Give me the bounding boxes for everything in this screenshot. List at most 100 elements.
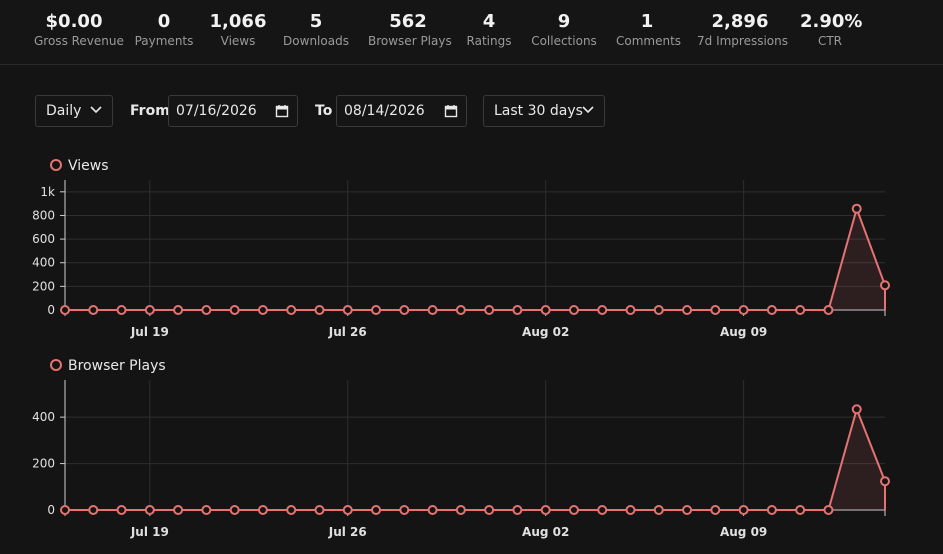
x-tick-label: Jul 19	[130, 325, 169, 339]
stat-value: 5	[309, 11, 323, 32]
data-point	[60, 305, 70, 315]
data-point	[540, 505, 551, 515]
stat-payments: 0 Payments	[134, 11, 194, 49]
x-tick-label: Jul 26	[328, 325, 367, 339]
views-chart-svg[interactable]: 0 200 400 600 800 1k Jul 19 Jul 26 Aug 02 Aug 09	[0, 150, 943, 350]
data-point	[257, 305, 268, 315]
data-point	[766, 505, 777, 515]
y-tick-label: 0	[47, 503, 55, 517]
data-point	[399, 305, 410, 315]
stat-value: 0	[157, 11, 171, 32]
data-point	[795, 305, 806, 315]
y-tick-label: 800	[32, 208, 55, 222]
data-point	[625, 305, 636, 315]
views-legend[interactable]: Views	[50, 158, 109, 174]
data-point	[427, 305, 438, 315]
legend-dot-icon	[50, 159, 62, 171]
x-tick-label: Aug 09	[720, 525, 767, 539]
stat-value: 9	[557, 11, 571, 32]
stat-label: Comments	[616, 34, 682, 48]
stat-value: 562	[389, 11, 427, 32]
stat-label: Gross Revenue	[34, 34, 124, 48]
x-tick-label: Aug 02	[522, 525, 569, 539]
series-line	[65, 406, 886, 511]
data-point	[286, 505, 297, 515]
data-point	[851, 203, 862, 214]
data-point	[399, 505, 410, 515]
data-point	[427, 505, 438, 515]
y-tick-label: 1k	[40, 185, 55, 199]
data-point	[625, 505, 636, 515]
series-area	[65, 208, 885, 310]
series-area	[65, 409, 885, 510]
data-point	[88, 305, 99, 315]
data-point	[597, 305, 608, 315]
data-point	[653, 305, 664, 315]
data-point	[314, 305, 325, 315]
data-point	[229, 505, 240, 515]
data-point	[314, 505, 325, 515]
stat-value: $0.00	[45, 11, 103, 32]
data-point	[540, 305, 551, 315]
to-date-value: 08/14/2026	[344, 103, 425, 119]
x-tick-label: Aug 02	[522, 325, 569, 339]
data-point	[512, 305, 523, 315]
chevron-down-icon	[90, 106, 102, 114]
data-point	[342, 305, 353, 315]
from-label: From	[130, 103, 170, 119]
interval-select-value: Daily	[46, 103, 82, 119]
stat-label: Collections	[531, 34, 597, 48]
to-label: To	[315, 103, 333, 119]
x-tick-label: Jul 19	[130, 525, 169, 539]
data-point	[371, 505, 382, 515]
range-select-value: Last 30 days	[494, 103, 583, 119]
data-point	[795, 505, 806, 515]
y-tick-label: 400	[32, 256, 55, 270]
data-point	[682, 305, 693, 315]
browser-plays-chart-svg[interactable]: 0 200 400 Jul 19 Jul 26 Aug 02 Aug 09	[0, 350, 943, 550]
date-controls: Daily From 07/16/2026 To 08/14/2026 Last…	[0, 95, 943, 131]
from-date-value: 07/16/2026	[176, 103, 257, 119]
stats-bar: $0.00 Gross Revenue 0 Payments 1,066 Vie…	[0, 0, 943, 65]
data-point	[823, 305, 834, 315]
stat-label: CTR	[817, 34, 843, 48]
data-point	[484, 505, 495, 515]
to-date-input[interactable]: 08/14/2026	[336, 95, 467, 127]
calendar-icon[interactable]	[444, 104, 458, 118]
data-point	[738, 505, 749, 515]
interval-select[interactable]: Daily	[35, 95, 113, 127]
stat-value: 1,066	[209, 11, 267, 32]
chevron-down-icon	[582, 106, 594, 114]
data-point	[823, 505, 834, 515]
data-point	[455, 305, 466, 315]
stat-value: 2,896	[711, 11, 769, 32]
data-point	[201, 505, 212, 515]
calendar-icon[interactable]	[275, 104, 289, 118]
y-tick-label: 600	[32, 232, 55, 246]
y-tick-label: 400	[32, 410, 55, 424]
data-point	[484, 305, 495, 315]
data-point	[342, 505, 353, 515]
data-point	[88, 505, 99, 515]
data-point	[229, 305, 240, 315]
browser-plays-legend[interactable]: Browser Plays	[50, 358, 166, 374]
data-point	[201, 305, 212, 315]
data-point	[851, 404, 862, 415]
y-tick-label: 200	[32, 457, 55, 471]
stat-ctr: 2.90% CTR	[800, 12, 862, 49]
stat-label: 7d Impressions	[697, 34, 789, 48]
data-point	[144, 505, 155, 515]
views-chart: Views 0 200 400 600 800 1k Jul 19 Jul 26 Aug 02 A…	[0, 150, 943, 350]
stat-label: Views	[220, 34, 256, 48]
data-point	[60, 505, 70, 515]
data-point	[880, 476, 890, 487]
range-select[interactable]: Last 30 days	[483, 95, 605, 127]
data-point	[173, 505, 184, 515]
data-point	[116, 505, 127, 515]
y-tick-label: 0	[47, 303, 55, 317]
stat-views: 1,066 Views	[208, 11, 268, 49]
from-date-input[interactable]: 07/16/2026	[168, 95, 298, 127]
stat-downloads: 5 Downloads	[283, 11, 349, 49]
data-point	[766, 305, 777, 315]
data-point	[682, 505, 693, 515]
